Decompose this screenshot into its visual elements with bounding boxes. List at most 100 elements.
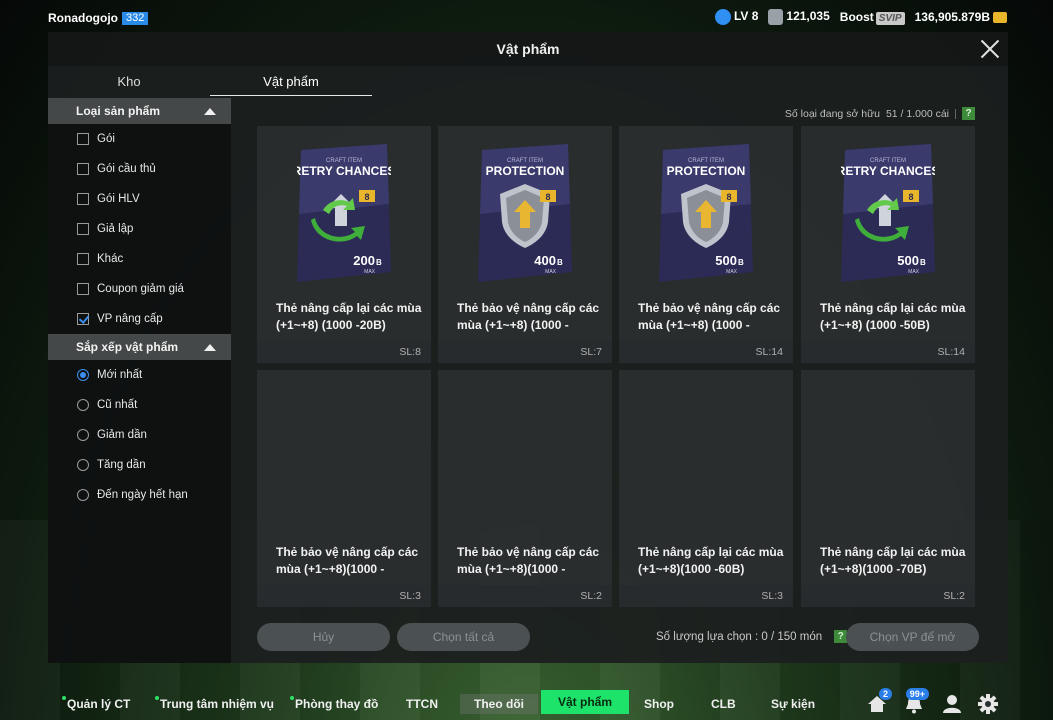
item-name: Thẻ bảo vệ nâng cấp các mùa (+1~+8) (100…: [457, 301, 600, 332]
radio[interactable]: [77, 399, 89, 411]
item-name: Thẻ bảo vệ nâng cấp các mùa (+1~+8)(1000…: [276, 545, 419, 576]
sort-label: Giảm dần: [97, 429, 147, 441]
nav-label: TTCN: [406, 697, 438, 711]
filter-label: Gói: [97, 133, 115, 145]
filter-option-vp-nang-cap[interactable]: VP nâng cấp: [48, 304, 231, 334]
level-badge: 8: [721, 190, 737, 202]
filter-option-goi-cau-thu[interactable]: Gói cầu thủ: [48, 154, 231, 184]
close-icon[interactable]: [980, 39, 1000, 59]
item-card[interactable]: CRAFT ITEM PROTECTION 8 400 B MAX Thẻ bảo vệ n…: [438, 126, 612, 363]
selection-count: Số lượng lựa chọn : 0 / 150 món ?: [656, 630, 848, 643]
item-card[interactable]: Thẻ nâng cấp lại các mùa (+1~+8)(1000 -6…: [619, 370, 793, 607]
checkbox[interactable]: [77, 133, 89, 145]
modal-header: Vật phẩm: [48, 32, 1008, 66]
item-card[interactable]: Thẻ nâng cấp lại các mùa (+1~+8)(1000 -7…: [801, 370, 975, 607]
nav-theo-doi[interactable]: Theo dõi: [460, 694, 538, 714]
nav-clb[interactable]: CLB: [711, 694, 736, 714]
pack-level: 8: [726, 192, 731, 202]
nav-vat-pham[interactable]: Vật phẩm: [541, 690, 630, 714]
nav-shop[interactable]: Shop: [644, 694, 674, 714]
pack-max: MAX: [364, 269, 376, 275]
radio-selected[interactable]: [77, 369, 89, 381]
item-quantity: SL:7: [438, 341, 612, 363]
checkbox[interactable]: [77, 193, 89, 205]
pack-title: PROTECTION: [486, 164, 565, 178]
nav-su-kien[interactable]: Sự kiện: [771, 694, 815, 714]
item-card[interactable]: CRAFT ITEM PROTECTION 8 500 B MAX Thẻ bảo vệ n…: [619, 126, 793, 363]
pack-unit: B: [376, 258, 382, 267]
category-header[interactable]: Loại sản phẩm: [48, 98, 231, 124]
tab-kho[interactable]: Kho: [48, 70, 210, 96]
sort-label: Đến ngày hết hạn: [97, 489, 188, 501]
filter-label: Coupon giảm giá: [97, 283, 184, 295]
item-quantity: SL:8: [257, 341, 431, 363]
pack-level: 8: [545, 192, 550, 202]
filter-option-coupon[interactable]: Coupon giảm giá: [48, 274, 231, 304]
tab-vat-pham[interactable]: Vật phẩm: [210, 70, 372, 96]
nav-quan-ly-ct[interactable]: Quản lý CT: [62, 694, 130, 714]
item-name: Thẻ nâng cấp lại các mùa (+1~+8)(1000 -7…: [820, 545, 966, 576]
owned-label: Số loại đang sở hữu: [784, 107, 880, 120]
radio[interactable]: [77, 429, 89, 441]
checkbox[interactable]: [77, 223, 89, 235]
sort-option-expiry[interactable]: Đến ngày hết hạn: [48, 480, 231, 510]
nav-label: CLB: [711, 697, 736, 711]
boost-display[interactable]: Boost SVIP: [840, 10, 905, 25]
owned-count: Số loại đang sở hữu 51 / 1.000 cái ?: [785, 107, 975, 120]
filter-label: Gói cầu thủ: [97, 163, 156, 175]
collapse-triangle-icon: [204, 343, 216, 351]
gear-icon[interactable]: [977, 694, 999, 714]
filter-label: Khác: [97, 253, 124, 265]
notification-dot: [155, 696, 159, 700]
user-info: Ronadogojo 332: [48, 11, 149, 25]
sort-option-ascending[interactable]: Tăng dần: [48, 450, 231, 480]
checkbox[interactable]: [77, 283, 89, 295]
pack-title: RETRY CHANCES: [297, 164, 391, 178]
gold-bars-icon: [993, 12, 1007, 24]
sort-header-label: Sắp xếp vật phẩm: [76, 340, 179, 354]
item-card[interactable]: CRAFT ITEM RETRY CHANCES 8 200 B MAX Thẻ nâng …: [257, 126, 431, 363]
bell-icon[interactable]: 99+: [903, 688, 929, 714]
checkbox[interactable]: [77, 163, 89, 175]
cancel-button[interactable]: Hủy: [257, 623, 390, 651]
item-card[interactable]: Thẻ bảo vệ nâng cấp các mùa (+1~+8)(1000…: [438, 370, 612, 607]
nav-ttcn[interactable]: TTCN: [406, 694, 438, 714]
sort-label: Tăng dần: [97, 459, 146, 471]
open-selected-button[interactable]: Chọn VP để mở: [846, 623, 979, 651]
sort-option-oldest[interactable]: Cũ nhất: [48, 390, 231, 420]
nav-phong-thay-do[interactable]: Phòng thay đồ: [290, 694, 378, 714]
item-quantity: SL:3: [619, 585, 793, 607]
nav-label: Vật phẩm: [558, 695, 613, 709]
item-card[interactable]: CRAFT ITEM RETRY CHANCES 8 500 B MAX Thẻ nâng …: [801, 126, 975, 363]
pack-title: PROTECTION: [667, 164, 746, 178]
filter-option-goi[interactable]: Gói: [48, 124, 231, 154]
item-quantity: SL:3: [257, 585, 431, 607]
nav-trung-tam-nhiem-vu[interactable]: Trung tâm nhiệm vụ: [155, 694, 275, 714]
sort-option-descending[interactable]: Giảm dần: [48, 420, 231, 450]
filter-option-gia-lap[interactable]: Giả lập: [48, 214, 231, 244]
modal-tabs: Kho Vật phẩm: [48, 70, 372, 96]
radio[interactable]: [77, 489, 89, 501]
pack-value: 200: [353, 253, 375, 268]
help-icon[interactable]: ?: [962, 107, 975, 120]
filter-option-khac[interactable]: Khác: [48, 244, 231, 274]
pack-max: MAX: [908, 269, 920, 275]
level-display: LV 8: [714, 9, 758, 25]
item-card[interactable]: Thẻ bảo vệ nâng cấp các mùa (+1~+8)(1000…: [257, 370, 431, 607]
profile-icon[interactable]: [941, 694, 963, 714]
select-all-button[interactable]: Chọn tất cả: [397, 623, 530, 651]
bp-display: 136,905.879B: [915, 10, 1007, 24]
sort-header[interactable]: Sắp xếp vật phẩm: [48, 334, 231, 360]
owned-value: 51 / 1.000 cái: [885, 107, 949, 120]
filter-option-goi-hlv[interactable]: Gói HLV: [48, 184, 231, 214]
bell-badge: 99+: [905, 688, 929, 700]
filter-label: VP nâng cấp: [97, 313, 163, 325]
radio[interactable]: [77, 459, 89, 471]
nav-label: Trung tâm nhiệm vụ: [160, 697, 275, 711]
checkbox[interactable]: [77, 253, 89, 265]
sort-option-newest[interactable]: Mới nhất: [48, 360, 231, 390]
checkbox-checked[interactable]: [77, 313, 89, 325]
pack-title: RETRY CHANCES: [841, 164, 935, 178]
item-name: Thẻ nâng cấp lại các mùa (+1~+8) (1000 -…: [276, 301, 422, 332]
home-icon[interactable]: 2: [866, 688, 892, 714]
